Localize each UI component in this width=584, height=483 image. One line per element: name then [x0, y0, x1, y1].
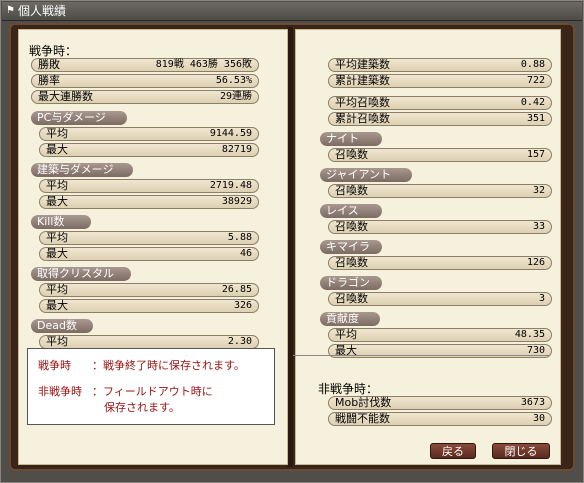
- row-value: 56.53%: [215, 75, 252, 86]
- knight-summon-row: 召喚数 157: [328, 148, 552, 162]
- row-label: 勝敗: [38, 58, 60, 71]
- row-label: 最大: [46, 195, 68, 208]
- building-damage-max-row: 最大 38929: [39, 195, 259, 209]
- incapacitated-row: 戦闘不能数 30: [328, 412, 552, 426]
- row-value: 5.88: [227, 232, 252, 243]
- row-value: 157: [526, 149, 545, 160]
- row-label: 平均: [335, 328, 357, 341]
- row-value: 46: [239, 248, 252, 259]
- dead-count-header: Dead数: [31, 319, 93, 333]
- row-value: 819戦 463勝 356敗: [155, 59, 252, 70]
- avg-summon-row: 平均召喚数 0.42: [328, 96, 552, 110]
- row-value: 126: [526, 257, 545, 268]
- row-value: 3: [538, 293, 545, 304]
- dragon-header: ドラゴン: [320, 276, 382, 290]
- row-label: 累計召喚数: [335, 112, 390, 125]
- row-value: 32: [532, 185, 545, 196]
- dead-avg-row: 平均 2.30: [39, 335, 259, 349]
- row-label: 召喚数: [335, 256, 368, 269]
- row-label: 召喚数: [335, 220, 368, 233]
- win-rate-row: 勝率 56.53%: [31, 74, 259, 88]
- avg-build-row: 平均建築数 0.88: [328, 58, 552, 72]
- row-value: 2719.48: [209, 180, 252, 191]
- max-streak-row: 最大連勝数 29連勝: [31, 90, 259, 104]
- back-button[interactable]: 戻る: [430, 443, 476, 459]
- row-value: 48.35: [514, 329, 545, 340]
- note-nonwar-text2: 保存されます。: [104, 401, 180, 414]
- kill-avg-row: 平均 5.88: [39, 231, 259, 245]
- row-value: 0.88: [520, 59, 545, 70]
- building-damage-avg-row: 平均 2719.48: [39, 179, 259, 193]
- row-label: 平均: [46, 335, 68, 348]
- row-value: 9144.59: [209, 128, 252, 139]
- pc-damage-max-row: 最大 82719: [39, 143, 259, 157]
- row-value: 30: [532, 413, 545, 424]
- contribution-avg-row: 平均 48.35: [328, 328, 552, 342]
- dragon-summon-row: 召喚数 3: [328, 292, 552, 306]
- row-value: 38929: [221, 196, 252, 207]
- note-war-text: ：戦争終了時に保存されます。: [92, 359, 245, 372]
- row-label: 平均建築数: [335, 58, 390, 71]
- row-label: 最大: [46, 299, 68, 312]
- row-label: 平均召喚数: [335, 96, 390, 109]
- chimera-summon-row: 召喚数 126: [328, 256, 552, 270]
- save-timing-note: 戦争時 ：戦争終了時に保存されます。 非戦争時 ：フィールドアウト時に 保存され…: [27, 348, 275, 425]
- row-label: 平均: [46, 283, 68, 296]
- row-value: 351: [526, 113, 545, 124]
- row-label: 最大: [46, 247, 68, 260]
- chimera-header: キマイラ: [320, 240, 382, 254]
- row-value: 29連勝: [219, 91, 252, 102]
- row-value: 2.30: [227, 336, 252, 347]
- wraith-summon-row: 召喚数 33: [328, 220, 552, 234]
- row-label: 戦闘不能数: [335, 412, 390, 425]
- row-label: 平均: [46, 179, 68, 192]
- title-bar[interactable]: ⚑ 個人戦績: [2, 2, 582, 21]
- building-damage-header: 建築与ダメージ: [31, 163, 133, 177]
- total-build-row: 累計建築数 722: [328, 74, 552, 88]
- kill-count-header: Kill数: [31, 215, 91, 229]
- window-title: 個人戦績: [18, 4, 67, 18]
- knight-header: ナイト: [320, 132, 382, 146]
- row-value: 326: [233, 300, 252, 311]
- wraith-header: レイス: [320, 204, 382, 218]
- total-summon-row: 累計召喚数 351: [328, 112, 552, 126]
- nonwar-section-label: 非戦争時：: [318, 382, 379, 396]
- pc-damage-avg-row: 平均 9144.59: [39, 127, 259, 141]
- crystal-header: 取得クリスタル: [31, 267, 131, 281]
- crystal-avg-row: 平均 26.85: [39, 283, 259, 297]
- row-value: 722: [526, 75, 545, 86]
- note-nonwar-text1: ：フィールドアウト時に: [92, 385, 213, 398]
- kill-max-row: 最大 46: [39, 247, 259, 261]
- row-label: 累計建築数: [335, 74, 390, 87]
- row-label: Mob討伐数: [335, 396, 392, 409]
- row-value: 0.42: [520, 97, 545, 108]
- note-war-label: 戦争時: [38, 359, 71, 372]
- stats-window: ⚑ 個人戦績 戦争時： 勝敗 819戦 463勝 356敗 勝率 56.53% …: [0, 0, 584, 483]
- mob-kill-row: Mob討伐数 3673: [328, 396, 552, 410]
- row-label: 召喚数: [335, 184, 368, 197]
- row-label: 平均: [46, 231, 68, 244]
- row-label: 勝率: [38, 74, 60, 87]
- row-value: 82719: [221, 144, 252, 155]
- right-page: 平均建築数 0.88 累計建築数 722 平均召喚数 0.42 累計召喚数 35…: [295, 29, 561, 465]
- window-icon: ⚑: [6, 5, 15, 16]
- contribution-header: 貢献度: [320, 312, 380, 326]
- row-value: 3673: [520, 397, 545, 408]
- row-label: 最大連勝数: [38, 90, 93, 103]
- war-section-label: 戦争時：: [29, 44, 78, 58]
- row-label: 召喚数: [335, 292, 368, 305]
- row-value: 33: [532, 221, 545, 232]
- row-label: 最大: [46, 143, 68, 156]
- record-row: 勝敗 819戦 463勝 356敗: [31, 58, 259, 72]
- close-button[interactable]: 閉じる: [492, 443, 550, 459]
- note-nonwar-label: 非戦争時: [38, 385, 82, 398]
- row-label: 召喚数: [335, 148, 368, 161]
- crystal-max-row: 最大 326: [39, 299, 259, 313]
- row-label: 平均: [46, 127, 68, 140]
- pc-damage-header: PC与ダメージ: [31, 111, 127, 125]
- section-divider: [293, 355, 549, 356]
- giant-header: ジャイアント: [320, 168, 412, 182]
- giant-summon-row: 召喚数 32: [328, 184, 552, 198]
- row-value: 26.85: [221, 284, 252, 295]
